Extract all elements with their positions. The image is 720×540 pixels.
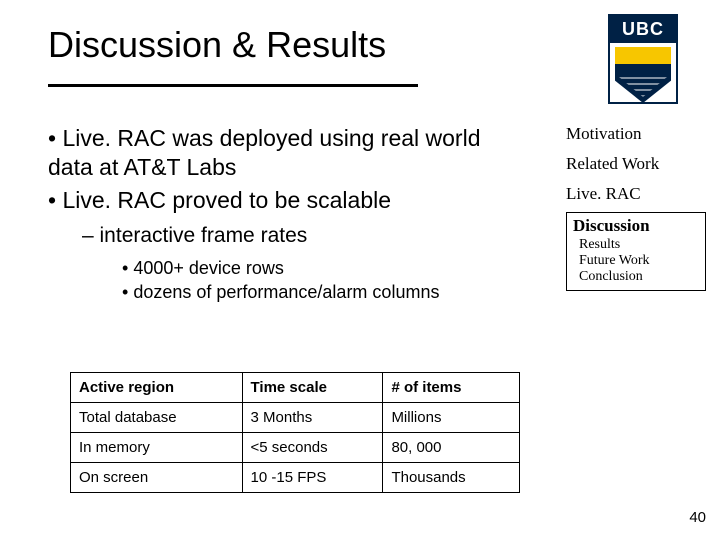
table-cell: Total database: [71, 403, 243, 433]
ubc-logo: UBC: [608, 14, 684, 114]
bullet: Live. RAC was deployed using real world …: [48, 125, 481, 180]
content-body: Live. RAC was deployed using real world …: [48, 124, 518, 308]
nav-current-box: Discussion Results Future Work Conclusio…: [566, 212, 706, 291]
table-cell: 10 -15 FPS: [242, 463, 383, 493]
table-cell: On screen: [71, 463, 243, 493]
nav-sub-item: Future Work: [579, 253, 699, 269]
nav-current-head: Discussion: [573, 216, 699, 236]
nav-sub-item: Conclusion: [579, 269, 699, 285]
nav-sub-item: Results: [579, 237, 699, 253]
table-row: In memory <5 seconds 80, 000: [71, 433, 520, 463]
table-row: On screen 10 -15 FPS Thousands: [71, 463, 520, 493]
subsub-bullet: dozens of performance/alarm columns: [133, 282, 439, 302]
sub-bullet: interactive frame rates: [100, 224, 308, 247]
nav-item: Motivation: [566, 124, 706, 144]
table-cell: 3 Months: [242, 403, 383, 433]
table-header-row: Active region Time scale # of items: [71, 373, 520, 403]
table-cell: In memory: [71, 433, 243, 463]
table-row: Total database 3 Months Millions: [71, 403, 520, 433]
ubc-logo-text: UBC: [610, 16, 676, 43]
table-cell: 80, 000: [383, 433, 520, 463]
title-underline: [48, 84, 418, 87]
table-cell: <5 seconds: [242, 433, 383, 463]
nav-item: Live. RAC: [566, 184, 706, 204]
table-cell: Thousands: [383, 463, 520, 493]
nav-item: Related Work: [566, 154, 706, 174]
slide-title-block: Discussion & Results: [48, 24, 418, 87]
results-table: Active region Time scale # of items Tota…: [70, 372, 520, 493]
outline-nav: Motivation Related Work Live. RAC Discus…: [566, 124, 706, 291]
subsub-bullet: 4000+ device rows: [133, 258, 284, 278]
page-number: 40: [689, 509, 706, 526]
bullet: Live. RAC proved to be scalable: [62, 187, 391, 213]
table-header: Active region: [71, 373, 243, 403]
table-header: Time scale: [242, 373, 383, 403]
table-cell: Millions: [383, 403, 520, 433]
slide-title: Discussion & Results: [48, 24, 418, 66]
table-header: # of items: [383, 373, 520, 403]
